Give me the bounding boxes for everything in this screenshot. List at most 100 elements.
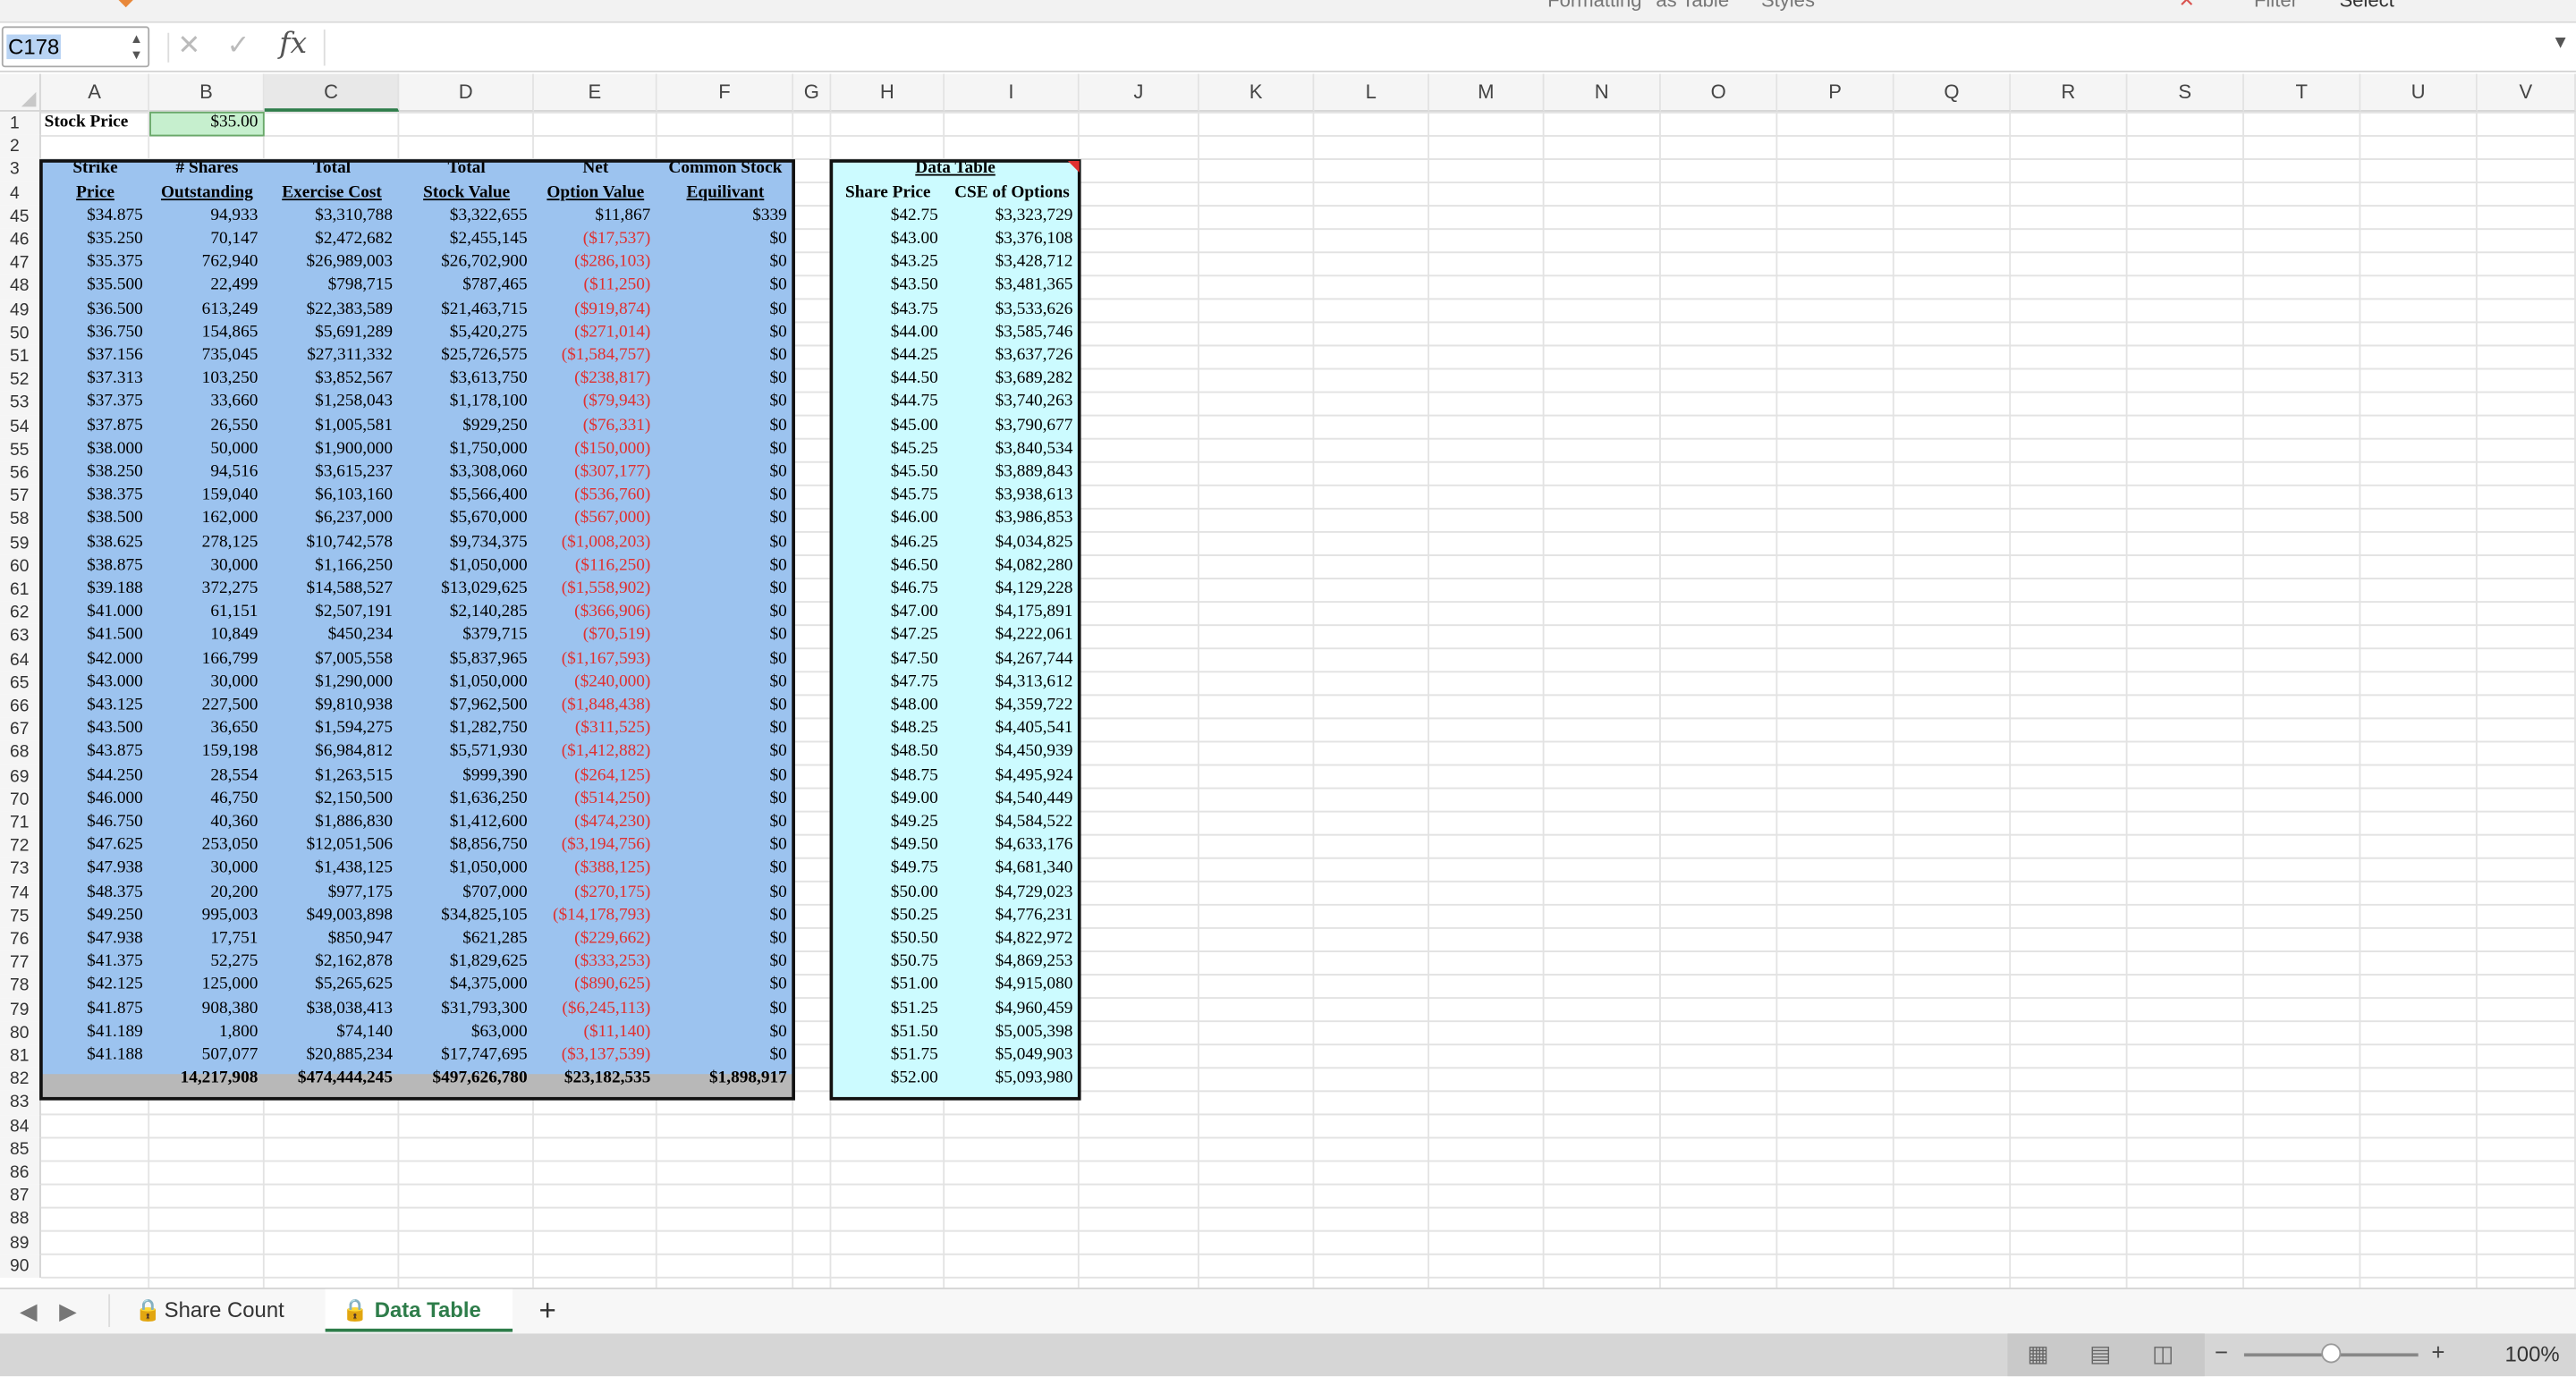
table-cell[interactable]: $20,885,234 (265, 1044, 400, 1068)
row-header[interactable]: 65 (0, 671, 41, 695)
data-table-cell[interactable]: $5,093,980 (945, 1068, 1080, 1091)
table-cell[interactable]: $0 (657, 228, 793, 251)
row-header[interactable]: 80 (0, 1021, 41, 1045)
row-header[interactable]: 88 (0, 1207, 41, 1231)
table-cell[interactable]: $51.25 (831, 998, 945, 1021)
table-cell[interactable]: $0 (657, 811, 793, 834)
table-cell[interactable]: $38.250 (41, 461, 149, 485)
table-cell[interactable]: $31,793,300 (399, 998, 534, 1021)
table-cell[interactable]: $49.75 (831, 857, 945, 881)
table-cell[interactable]: $0 (657, 672, 793, 695)
table-cell[interactable]: 253,050 (149, 834, 265, 857)
totals-cell[interactable]: $497,626,780 (399, 1068, 534, 1091)
table-cell[interactable]: $850,947 (265, 928, 400, 951)
table-cell[interactable]: $22,383,589 (265, 299, 400, 322)
expand-formula-icon[interactable]: ▼ (2552, 33, 2570, 53)
column-header[interactable]: B (149, 73, 265, 112)
table-cell[interactable]: $3,323,729 (945, 205, 1080, 228)
confirm-icon[interactable]: ✓ (226, 30, 250, 63)
table-cell[interactable]: $51.50 (831, 1021, 945, 1044)
table-cell[interactable]: $450,234 (265, 625, 400, 648)
table-cell[interactable]: ($270,175) (534, 882, 657, 905)
table-cell[interactable]: $4,681,340 (945, 857, 1080, 881)
row-header[interactable]: 53 (0, 391, 41, 415)
table-cell[interactable]: $45.00 (831, 415, 945, 438)
table-cell[interactable]: ($514,250) (534, 788, 657, 811)
table-cell[interactable]: ($474,230) (534, 811, 657, 834)
table-cell[interactable]: $5,837,965 (399, 648, 534, 672)
row-header[interactable]: 2 (0, 134, 41, 159)
table-cell[interactable]: $0 (657, 322, 793, 345)
table-cell[interactable]: $49.50 (831, 834, 945, 857)
row-header[interactable]: 72 (0, 834, 41, 858)
table-cell[interactable]: 50,000 (149, 438, 265, 461)
table-cell[interactable]: ($3,137,539) (534, 1044, 657, 1068)
table-cell[interactable]: 613,249 (149, 299, 265, 322)
table-cell[interactable]: $74,140 (265, 1021, 400, 1044)
table-cell[interactable]: $38.000 (41, 438, 149, 461)
table-cell[interactable]: $4,375,000 (399, 975, 534, 998)
table-cell[interactable]: ($238,817) (534, 368, 657, 392)
row-header[interactable]: 47 (0, 251, 41, 275)
next-sheet-icon[interactable]: ▶ (59, 1289, 77, 1332)
table-cell[interactable]: $0 (657, 882, 793, 905)
stock-price-label[interactable]: Stock Price (45, 112, 150, 135)
comment-indicator-icon[interactable] (1067, 160, 1080, 173)
column-heading[interactable]: Total (265, 158, 400, 182)
table-cell[interactable]: $7,005,558 (265, 648, 400, 672)
data-table-cell[interactable]: $52.00 (831, 1068, 945, 1091)
column-heading[interactable]: Outstanding (149, 182, 265, 205)
table-cell[interactable]: 162,000 (149, 508, 265, 531)
table-cell[interactable]: $0 (657, 251, 793, 275)
table-cell[interactable]: 159,198 (149, 741, 265, 765)
table-cell[interactable]: $2,162,878 (265, 951, 400, 975)
table-cell[interactable]: $10,742,578 (265, 531, 400, 554)
table-cell[interactable]: $47.938 (41, 857, 149, 881)
table-cell[interactable]: $0 (657, 625, 793, 648)
data-table-heading[interactable]: CSE of Options (945, 182, 1080, 205)
table-cell[interactable]: 33,660 (149, 392, 265, 415)
table-cell[interactable]: $11,867 (534, 205, 657, 228)
row-header[interactable]: 71 (0, 811, 41, 835)
row-header[interactable]: 86 (0, 1161, 41, 1185)
table-cell[interactable]: ($536,760) (534, 485, 657, 508)
table-cell[interactable]: $46.000 (41, 788, 149, 811)
column-header[interactable]: T (2243, 73, 2361, 112)
table-cell[interactable]: $3,308,060 (399, 461, 534, 485)
table-cell[interactable]: $2,455,145 (399, 228, 534, 251)
totals-cell[interactable]: 14,217,908 (149, 1068, 265, 1091)
row-header[interactable]: 52 (0, 367, 41, 392)
table-cell[interactable]: 154,865 (149, 322, 265, 345)
table-cell[interactable]: $47.938 (41, 928, 149, 951)
table-cell[interactable]: $6,103,160 (265, 485, 400, 508)
column-header[interactable]: N (1544, 73, 1661, 112)
table-cell[interactable]: $1,282,750 (399, 718, 534, 741)
row-header[interactable]: 83 (0, 1091, 41, 1115)
table-cell[interactable]: $43.50 (831, 275, 945, 298)
table-cell[interactable]: $9,734,375 (399, 531, 534, 554)
column-header[interactable]: J (1079, 73, 1199, 112)
table-cell[interactable]: 30,000 (149, 554, 265, 578)
table-cell[interactable]: $42.000 (41, 648, 149, 672)
column-header[interactable]: D (399, 73, 534, 112)
table-cell[interactable]: $0 (657, 1044, 793, 1068)
column-heading[interactable]: Price (41, 182, 149, 205)
row-header[interactable]: 87 (0, 1184, 41, 1208)
table-cell[interactable]: $4,869,253 (945, 951, 1080, 975)
table-cell[interactable]: $999,390 (399, 765, 534, 788)
row-header[interactable]: 89 (0, 1230, 41, 1255)
table-cell[interactable]: $2,150,500 (265, 788, 400, 811)
table-cell[interactable]: $45.75 (831, 485, 945, 508)
table-cell[interactable]: $48.75 (831, 765, 945, 788)
table-cell[interactable]: $51.00 (831, 975, 945, 998)
table-cell[interactable]: $1,636,250 (399, 788, 534, 811)
page-break-icon[interactable]: ◫ (2152, 1340, 2174, 1368)
table-cell[interactable]: $3,986,853 (945, 508, 1080, 531)
row-header[interactable]: 54 (0, 414, 41, 438)
table-cell[interactable]: $1,050,000 (399, 554, 534, 578)
table-cell[interactable]: $5,265,625 (265, 975, 400, 998)
table-cell[interactable]: $41.375 (41, 951, 149, 975)
table-cell[interactable]: 70,147 (149, 228, 265, 251)
table-cell[interactable]: $0 (657, 765, 793, 788)
normal-view-icon[interactable]: ▦ (2027, 1340, 2048, 1368)
